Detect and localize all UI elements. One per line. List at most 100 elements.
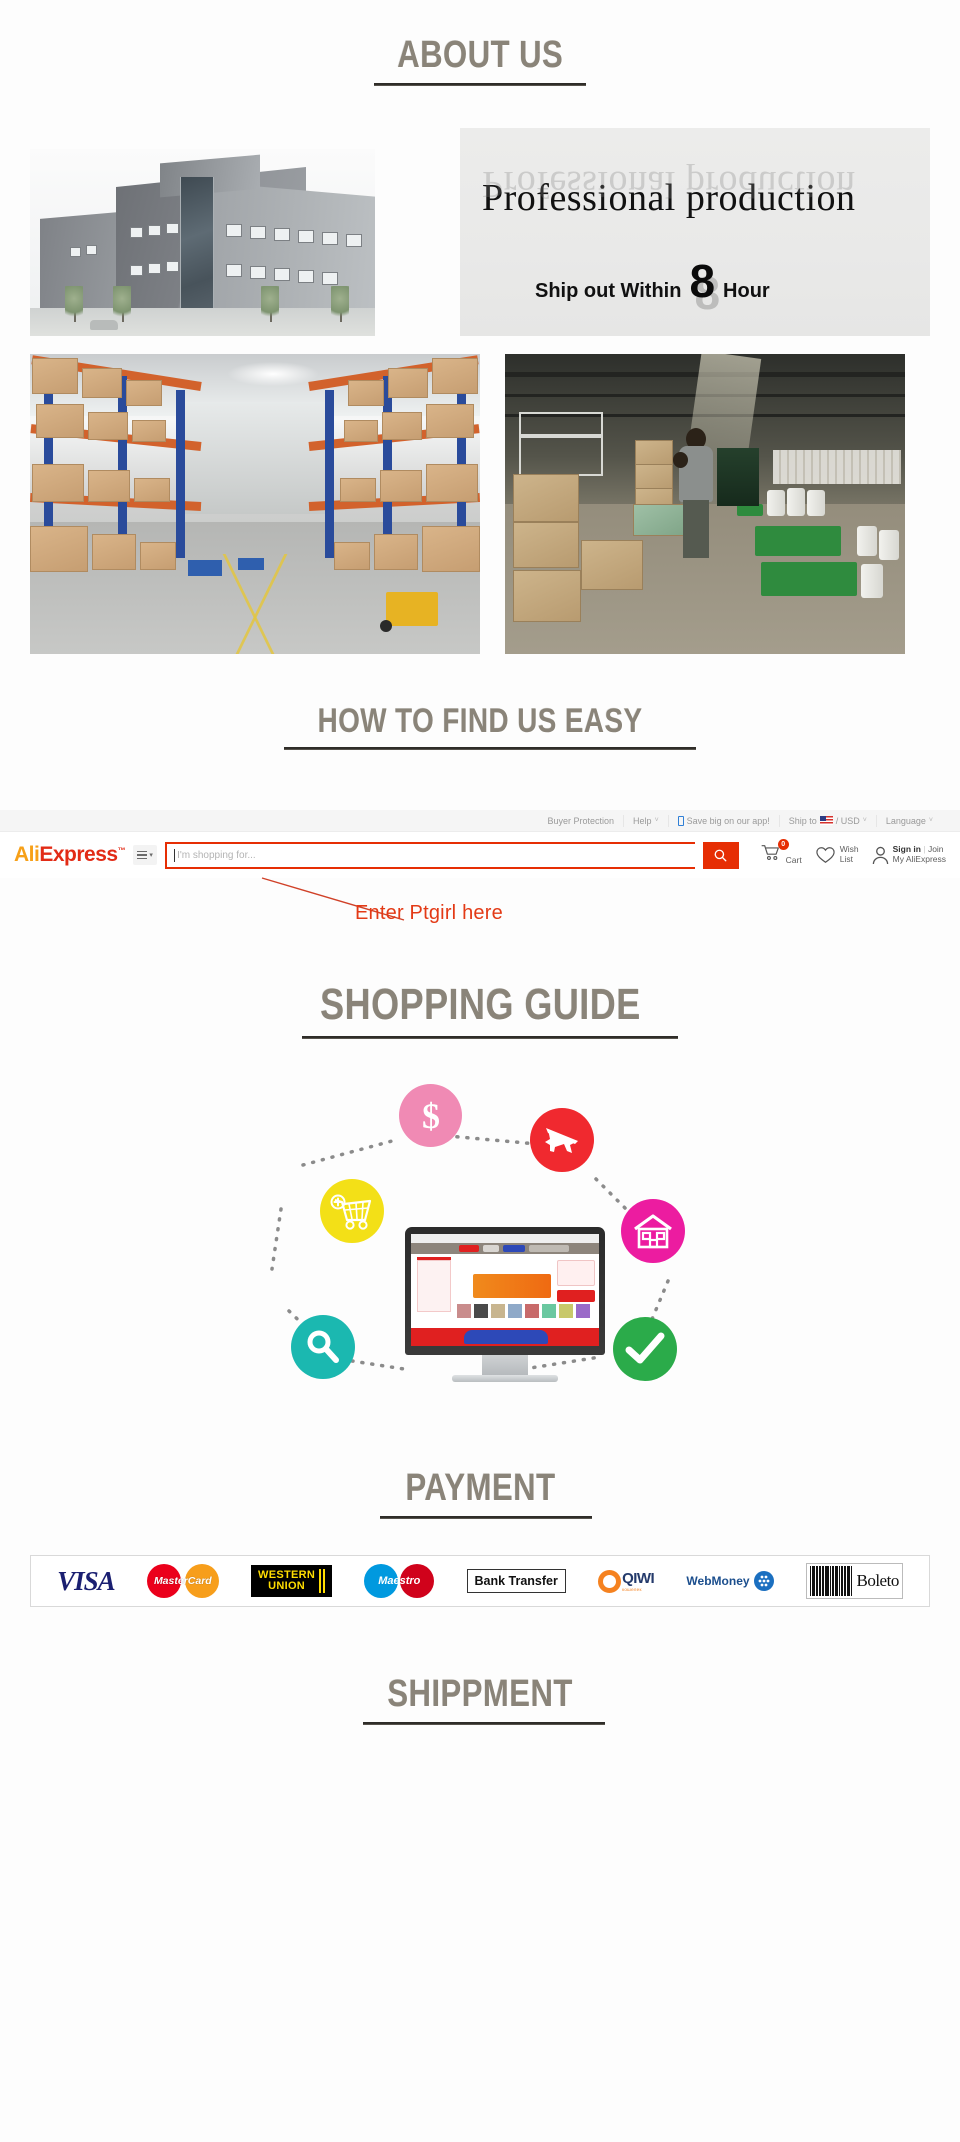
blue-crate xyxy=(238,558,264,570)
western-union-line2: UNION xyxy=(268,1580,306,1592)
topbar-help[interactable]: Help ˅ xyxy=(623,814,668,827)
chevron-down-icon: ˅ xyxy=(928,817,933,824)
house-node[interactable] xyxy=(621,1199,685,1263)
my-aliexpress-link[interactable]: My AliExpress xyxy=(893,854,946,864)
section-heading-shopping-guide: SHOPPING GUIDE xyxy=(0,940,960,1039)
building-window xyxy=(86,245,97,255)
green-plastic-pallet xyxy=(755,526,841,556)
payment-bank-transfer: Bank Transfer xyxy=(466,1561,566,1601)
product-tile xyxy=(559,1304,573,1318)
search-node[interactable] xyxy=(291,1315,355,1379)
white-container xyxy=(787,488,805,516)
warehouse-photo-row xyxy=(0,354,960,654)
building-window xyxy=(130,265,143,276)
cardboard-box xyxy=(348,380,384,406)
webmoney-dots-icon xyxy=(758,1575,769,1587)
street-tree xyxy=(65,286,83,322)
join-link[interactable]: Join xyxy=(928,844,944,854)
ceiling-light-glow xyxy=(228,362,318,386)
sign-in-link[interactable]: Sign in xyxy=(893,844,921,854)
payment-boleto: Boleto xyxy=(805,1561,903,1601)
account-button[interactable]: Sign in | Join My AliExpress xyxy=(872,844,946,865)
white-container xyxy=(879,530,899,560)
product-tile xyxy=(542,1304,556,1318)
nav-pill xyxy=(459,1245,479,1252)
payment-methods-row: VISA MasterCard WESTERN UNION Maestro Ba… xyxy=(0,1555,960,1607)
white-container xyxy=(767,490,785,516)
building-window xyxy=(250,226,266,239)
topbar-label: Help xyxy=(633,815,652,826)
logo-ali: Ali xyxy=(14,843,40,866)
cart-button[interactable]: 0 Cart xyxy=(761,839,802,866)
promo-banner xyxy=(473,1274,551,1298)
payment-webmoney: WebMoney xyxy=(686,1561,774,1601)
chevron-down-icon: ▾ xyxy=(149,852,153,859)
cardboard-box xyxy=(426,404,474,438)
building-window xyxy=(226,264,242,277)
worker-legs xyxy=(683,500,709,558)
heading-underline xyxy=(380,1516,592,1519)
product-tile xyxy=(474,1304,488,1318)
product-tile xyxy=(457,1304,471,1318)
topbar-currency: / USD xyxy=(835,815,860,826)
check-icon xyxy=(625,1332,665,1364)
topbar-label: Buyer Protection xyxy=(547,815,615,826)
cart-node[interactable] xyxy=(320,1179,384,1243)
cardboard-box xyxy=(134,478,170,502)
wishlist-button[interactable]: Wish List xyxy=(815,844,859,865)
street-tree xyxy=(261,286,279,322)
cardboard-box xyxy=(581,540,643,590)
visa-logo: VISA xyxy=(57,1565,116,1596)
qiwi-wordmark-wrap: QIWI кошелек xyxy=(622,1570,655,1592)
cardboard-box xyxy=(422,526,480,572)
webmoney-globe-icon xyxy=(753,1571,774,1591)
aliexpress-header-screenshot: Buyer Protection Help ˅ Save big on our … xyxy=(0,810,960,940)
building-window xyxy=(226,224,242,237)
topbar-label: Save big on our app! xyxy=(686,815,770,826)
qiwi-logo: QIWI кошелек xyxy=(598,1569,655,1593)
maestro-logo: Maestro xyxy=(364,1564,435,1598)
cardboard-box xyxy=(380,470,422,502)
cardboard-box xyxy=(36,404,84,438)
cardboard-box xyxy=(633,504,689,536)
ship-out-line: Ship out Within 8 8 Hour xyxy=(535,258,770,316)
cardboard-box xyxy=(32,358,78,394)
building-window xyxy=(274,268,290,281)
payment-western-union: WESTERN UNION xyxy=(251,1561,333,1601)
search-input[interactable]: I'm shopping for... xyxy=(165,841,695,869)
cardboard-box xyxy=(388,368,428,398)
dollar-node[interactable]: $ xyxy=(399,1084,462,1147)
wishlist-label: Wish List xyxy=(840,844,859,865)
cardboard-box xyxy=(340,478,376,502)
topbar-language[interactable]: Language ˅ xyxy=(875,814,942,827)
heart-icon xyxy=(816,847,835,864)
topbar-save-big-app[interactable]: Save big on our app! xyxy=(667,814,779,827)
footer-vehicle-graphic xyxy=(463,1330,548,1344)
browser-chrome-bar xyxy=(411,1234,599,1243)
shopping-guide-title: SHOPPING GUIDE xyxy=(319,980,641,1029)
banner-headline: Professional production xyxy=(482,177,856,219)
topbar-buyer-protection[interactable]: Buyer Protection xyxy=(539,815,624,827)
topbar-ship-to[interactable]: Ship to / USD ˅ xyxy=(778,814,876,827)
warehouse-packing-photo xyxy=(505,354,905,654)
airplane-node[interactable] xyxy=(530,1108,594,1172)
nav-pill xyxy=(503,1245,525,1252)
aliexpress-logo[interactable]: AliExpress™ xyxy=(14,843,126,867)
nav-pill xyxy=(483,1245,499,1252)
professional-production-banner: Professional production Professional pro… xyxy=(460,128,930,336)
cardboard-box xyxy=(635,440,673,466)
barcode-icon xyxy=(807,1564,856,1598)
building-window xyxy=(166,261,179,272)
category-menu-button[interactable]: ▾ xyxy=(133,845,158,865)
check-node[interactable] xyxy=(613,1317,677,1381)
topbar-label: Language xyxy=(885,815,926,826)
user-icon xyxy=(872,846,888,864)
building-window xyxy=(322,272,338,285)
building-window xyxy=(148,225,161,236)
search-button[interactable] xyxy=(702,841,739,869)
cardboard-box xyxy=(344,420,378,442)
monitor-stand xyxy=(482,1355,528,1375)
green-plastic-pallet xyxy=(761,562,857,596)
western-union-wordmark: WESTERN UNION xyxy=(258,1570,315,1592)
product-tile xyxy=(508,1304,522,1318)
